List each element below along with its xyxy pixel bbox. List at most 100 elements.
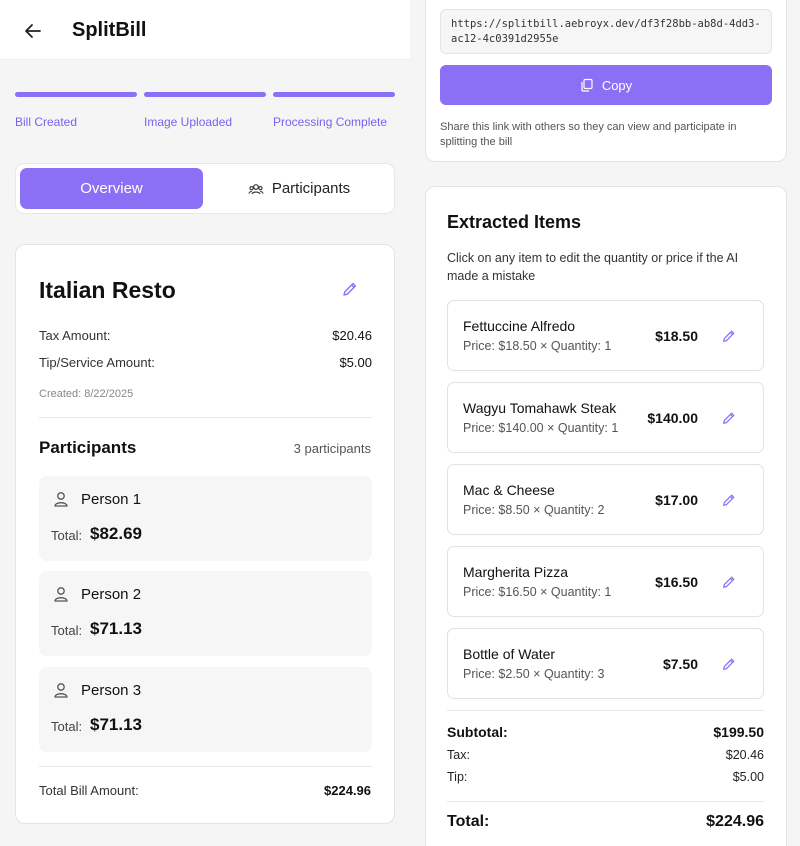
user-icon [54, 587, 68, 602]
step-bar [15, 92, 137, 97]
step-label: Bill Created [15, 115, 78, 129]
pencil-icon[interactable] [721, 328, 737, 344]
participant-total-amount: $71.13 [90, 619, 142, 638]
header-bar: SplitBill [0, 0, 410, 60]
item-name: Bottle of Water [463, 646, 556, 662]
grand-total-row: Total: $224.96 [447, 813, 764, 831]
tip-amount-row: Tip/Service Amount: $5.00 [39, 355, 372, 370]
item-price: $16.50 [655, 574, 698, 590]
item-detail: Price: $2.50 × Quantity: 3 [463, 667, 605, 681]
bill-name: Italian Resto [39, 277, 176, 303]
participant-name: Person 2 [81, 586, 142, 603]
tab-participants[interactable]: Participants [206, 168, 392, 209]
step-bar [144, 92, 266, 97]
edit-bill-button[interactable] [341, 280, 359, 298]
item-name: Wagyu Tomahawk Steak [463, 400, 617, 416]
grand-total-label: Total: [447, 813, 490, 830]
divider [39, 417, 372, 418]
tab-overview[interactable]: Overview [20, 168, 203, 209]
item-detail: Price: $8.50 × Quantity: 2 [463, 503, 605, 517]
back-arrow-icon [25, 24, 41, 38]
participant-total-amount: $82.69 [90, 524, 142, 543]
tip-amount-value: $5.00 [339, 355, 372, 370]
participant-total-label: Total: [51, 719, 83, 734]
tax-label: Tax: [447, 748, 470, 762]
view-tabs: Overview Participants [15, 163, 395, 214]
pencil-icon[interactable] [721, 574, 737, 590]
tax-amount-row: Tax Amount: $20.46 [39, 328, 372, 343]
item-name: Margherita Pizza [463, 564, 569, 580]
tax-amount-label: Tax Amount: [39, 328, 111, 343]
app-title: SplitBill [72, 19, 147, 41]
tip-row: Tip: $5.00 [447, 770, 764, 784]
step-processing-complete: Processing Complete [273, 92, 395, 129]
created-date: Created: 8/22/2025 [39, 388, 134, 400]
item-price: $7.50 [662, 656, 698, 672]
participant-card[interactable]: Person 2 Total: $71.13 [39, 571, 372, 656]
subtotal-value: $199.50 [713, 724, 764, 740]
divider [39, 766, 372, 767]
step-bill-created: Bill Created [15, 92, 137, 129]
user-icon [54, 683, 68, 698]
participants-count: 3 participants [293, 441, 371, 456]
item-detail: Price: $16.50 × Quantity: 1 [463, 585, 612, 599]
item-row[interactable]: Margherita Pizza Price: $16.50 × Quantit… [447, 546, 764, 617]
tab-participants-label: Participants [271, 180, 351, 197]
extracted-items-card: Extracted Items Click on any item to edi… [425, 186, 787, 846]
participant-total-amount: $71.13 [90, 715, 142, 734]
tip-amount-label: Tip/Service Amount: [39, 355, 155, 370]
item-name: Mac & Cheese [463, 482, 555, 498]
item-detail: Price: $18.50 × Quantity: 1 [463, 339, 612, 353]
left-panel: SplitBill Bill Created Image Uploaded Pr… [0, 0, 410, 846]
item-row[interactable]: Mac & Cheese Price: $8.50 × Quantity: 2 … [447, 464, 764, 535]
users-icon [248, 183, 264, 194]
step-label: Processing Complete [273, 115, 388, 129]
participant-total-label: Total: [51, 623, 83, 638]
tax-row: Tax: $20.46 [447, 748, 764, 762]
total-bill-label: Total Bill Amount: [39, 783, 139, 798]
item-price: $17.00 [655, 492, 698, 508]
pencil-icon[interactable] [721, 410, 737, 426]
tab-overview-label: Overview [80, 180, 143, 197]
subtotal-row: Subtotal: $199.50 [447, 724, 764, 740]
item-price: $140.00 [647, 410, 698, 426]
subtotal-label: Subtotal: [447, 724, 508, 740]
items-description: Click on any item to edit the quantity o… [447, 251, 739, 283]
participant-card[interactable]: Person 1 Total: $82.69 [39, 476, 372, 561]
items-title: Extracted Items [447, 212, 582, 232]
participant-total-label: Total: [51, 528, 83, 543]
share-link-card: https://splitbill.aebroyx.dev/df3f28bb-a… [425, 0, 787, 162]
item-row[interactable]: Bottle of Water Price: $2.50 × Quantity:… [447, 628, 764, 699]
item-price: $18.50 [655, 328, 698, 344]
participant-name: Person 1 [81, 491, 142, 508]
step-image-uploaded: Image Uploaded [144, 92, 266, 129]
pencil-icon [343, 282, 357, 296]
share-note: Share this link with others so they can … [440, 121, 737, 148]
grand-total-value: $224.96 [706, 813, 764, 830]
divider [447, 710, 764, 711]
copy-button-label: Copy [601, 77, 633, 93]
share-url-field[interactable]: https://splitbill.aebroyx.dev/df3f28bb-a… [440, 9, 772, 54]
back-button[interactable] [20, 18, 46, 44]
item-row[interactable]: Wagyu Tomahawk Steak Price: $140.00 × Qu… [447, 382, 764, 453]
tip-label: Tip: [447, 770, 468, 784]
item-name: Fettuccine Alfredo [463, 318, 576, 334]
tax-value: $20.46 [725, 748, 764, 762]
participant-name: Person 3 [81, 682, 142, 699]
step-label: Image Uploaded [144, 115, 233, 129]
participant-card[interactable]: Person 3 Total: $71.13 [39, 667, 372, 752]
item-detail: Price: $140.00 × Quantity: 1 [463, 421, 619, 435]
item-row[interactable]: Fettuccine Alfredo Price: $18.50 × Quant… [447, 300, 764, 371]
pencil-icon[interactable] [721, 492, 737, 508]
copy-icon [581, 78, 593, 92]
tax-amount-value: $20.46 [332, 328, 372, 343]
step-bar [273, 92, 395, 97]
copy-button[interactable]: Copy [440, 65, 772, 105]
total-bill-value: $224.96 [324, 783, 371, 798]
tip-value: $5.00 [732, 770, 764, 784]
bill-overview-card: Italian Resto Tax Amount: $20.46 Tip/Ser… [15, 244, 395, 824]
participants-heading: Participants [39, 438, 137, 457]
pencil-icon[interactable] [721, 656, 737, 672]
user-icon [54, 492, 68, 507]
divider [447, 801, 764, 802]
